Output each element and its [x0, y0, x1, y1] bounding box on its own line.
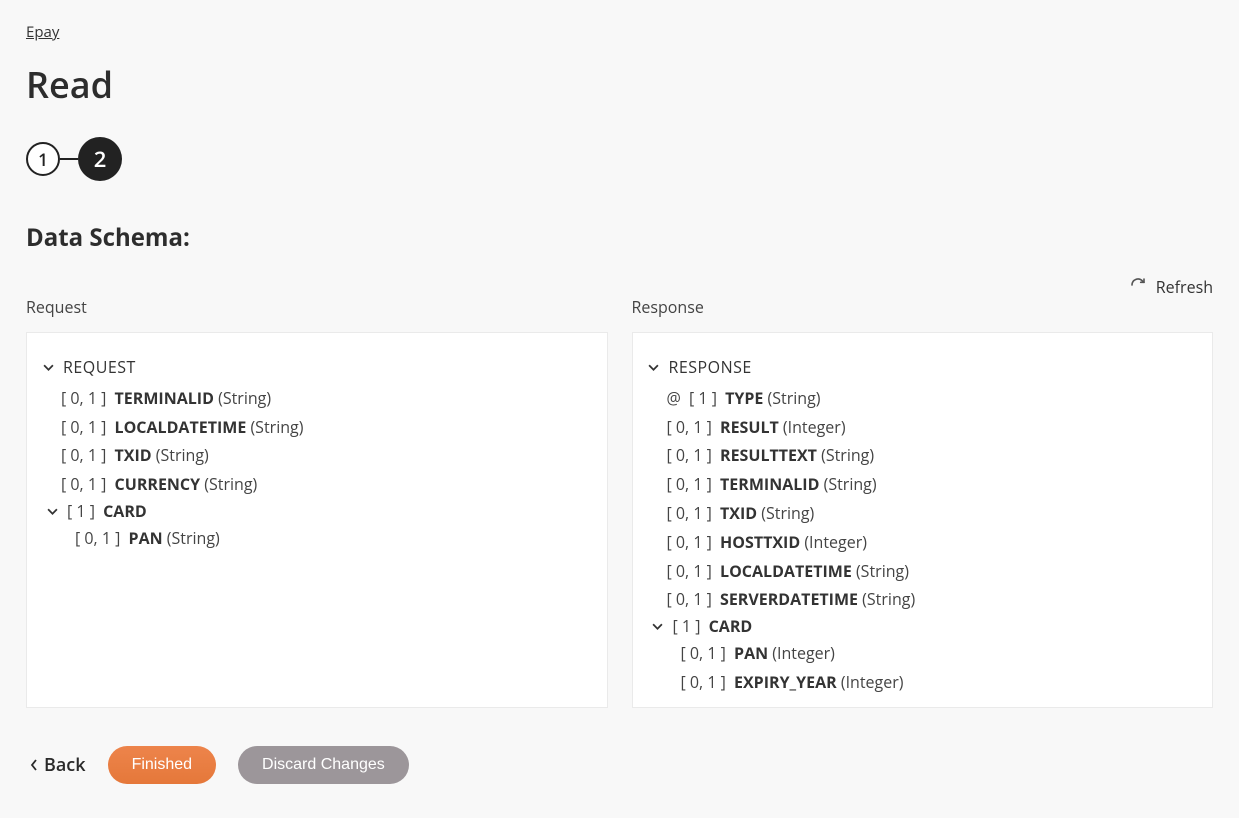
schema-field[interactable]: [ 0, 1 ] CURRENCY (String) — [61, 470, 593, 499]
response-card-toggle[interactable]: [ 1 ] CARD — [647, 614, 1199, 639]
chevron-left-icon — [30, 753, 38, 777]
back-button[interactable]: Back — [30, 753, 86, 777]
request-root-label: REQUEST — [63, 355, 136, 380]
discard-changes-button[interactable]: Discard Changes — [238, 746, 409, 784]
schema-field[interactable]: [ 0, 1 ] TERMINALID (String) — [61, 384, 593, 413]
schema-field[interactable]: [ 0, 1 ] TXID (String) — [61, 441, 593, 470]
chevron-down-icon — [45, 506, 59, 517]
request-card-toggle[interactable]: [ 1 ] CARD — [41, 499, 593, 524]
schema-field[interactable]: [ 0, 1 ] PAN (String) — [75, 524, 593, 553]
step-indicator: 1 2 — [26, 137, 1213, 181]
back-label: Back — [44, 753, 86, 777]
response-panel: RESPONSE @ [ 1 ] TYPE (String) [ 0, 1 ] … — [632, 332, 1214, 708]
response-root-label: RESPONSE — [669, 355, 752, 380]
schema-field[interactable]: [ 0, 1 ] EXPIRY_YEAR (Integer) — [681, 668, 1199, 697]
step-connector — [60, 158, 78, 160]
request-root-toggle[interactable]: REQUEST — [41, 351, 593, 384]
request-card-fields: [ 0, 1 ] PAN (String) — [41, 524, 593, 553]
chevron-down-icon — [651, 621, 665, 632]
schema-field[interactable]: [ 0, 1 ] RESULT (Integer) — [667, 413, 1199, 442]
schema-field[interactable]: [ 0, 1 ] LOCALDATETIME (String) — [61, 413, 593, 442]
page-title: Read — [26, 60, 1213, 109]
chevron-down-icon — [41, 362, 55, 373]
breadcrumb-epay[interactable]: Epay — [26, 22, 59, 42]
schema-attribute[interactable]: @ [ 1 ] TYPE (String) — [667, 384, 1199, 413]
request-panel: REQUEST [ 0, 1 ] TERMINALID (String) [ 0… — [26, 332, 608, 708]
section-title-data-schema: Data Schema: — [26, 221, 1213, 254]
refresh-icon — [1130, 276, 1146, 298]
response-root-toggle[interactable]: RESPONSE — [647, 351, 1199, 384]
schema-field[interactable]: [ 0, 1 ] TXID (String) — [667, 499, 1199, 528]
schema-field[interactable]: [ 0, 1 ] RESULTTEXT (String) — [667, 441, 1199, 470]
finished-button[interactable]: Finished — [108, 746, 216, 784]
step-1[interactable]: 1 — [26, 142, 60, 176]
schema-field[interactable]: [ 0, 1 ] SERVERDATETIME (String) — [667, 585, 1199, 614]
chevron-down-icon — [647, 362, 661, 373]
response-fields: @ [ 1 ] TYPE (String) [ 0, 1 ] RESULT (I… — [647, 384, 1199, 614]
refresh-button[interactable]: Refresh — [1130, 276, 1213, 298]
schema-field[interactable]: [ 0, 1 ] HOSTTXID (Integer) — [667, 528, 1199, 557]
schema-field[interactable]: [ 0, 1 ] PAN (Integer) — [681, 639, 1199, 668]
step-2[interactable]: 2 — [78, 137, 122, 181]
request-fields: [ 0, 1 ] TERMINALID (String) [ 0, 1 ] LO… — [41, 384, 593, 499]
request-header: Request — [26, 296, 608, 318]
schema-field[interactable]: [ 0, 1 ] LOCALDATETIME (String) — [667, 557, 1199, 586]
response-card-fields: [ 0, 1 ] PAN (Integer) [ 0, 1 ] EXPIRY_Y… — [647, 639, 1199, 697]
schema-field[interactable]: [ 0, 1 ] TERMINALID (String) — [667, 470, 1199, 499]
refresh-label: Refresh — [1156, 276, 1213, 298]
response-header: Response — [632, 296, 1214, 318]
